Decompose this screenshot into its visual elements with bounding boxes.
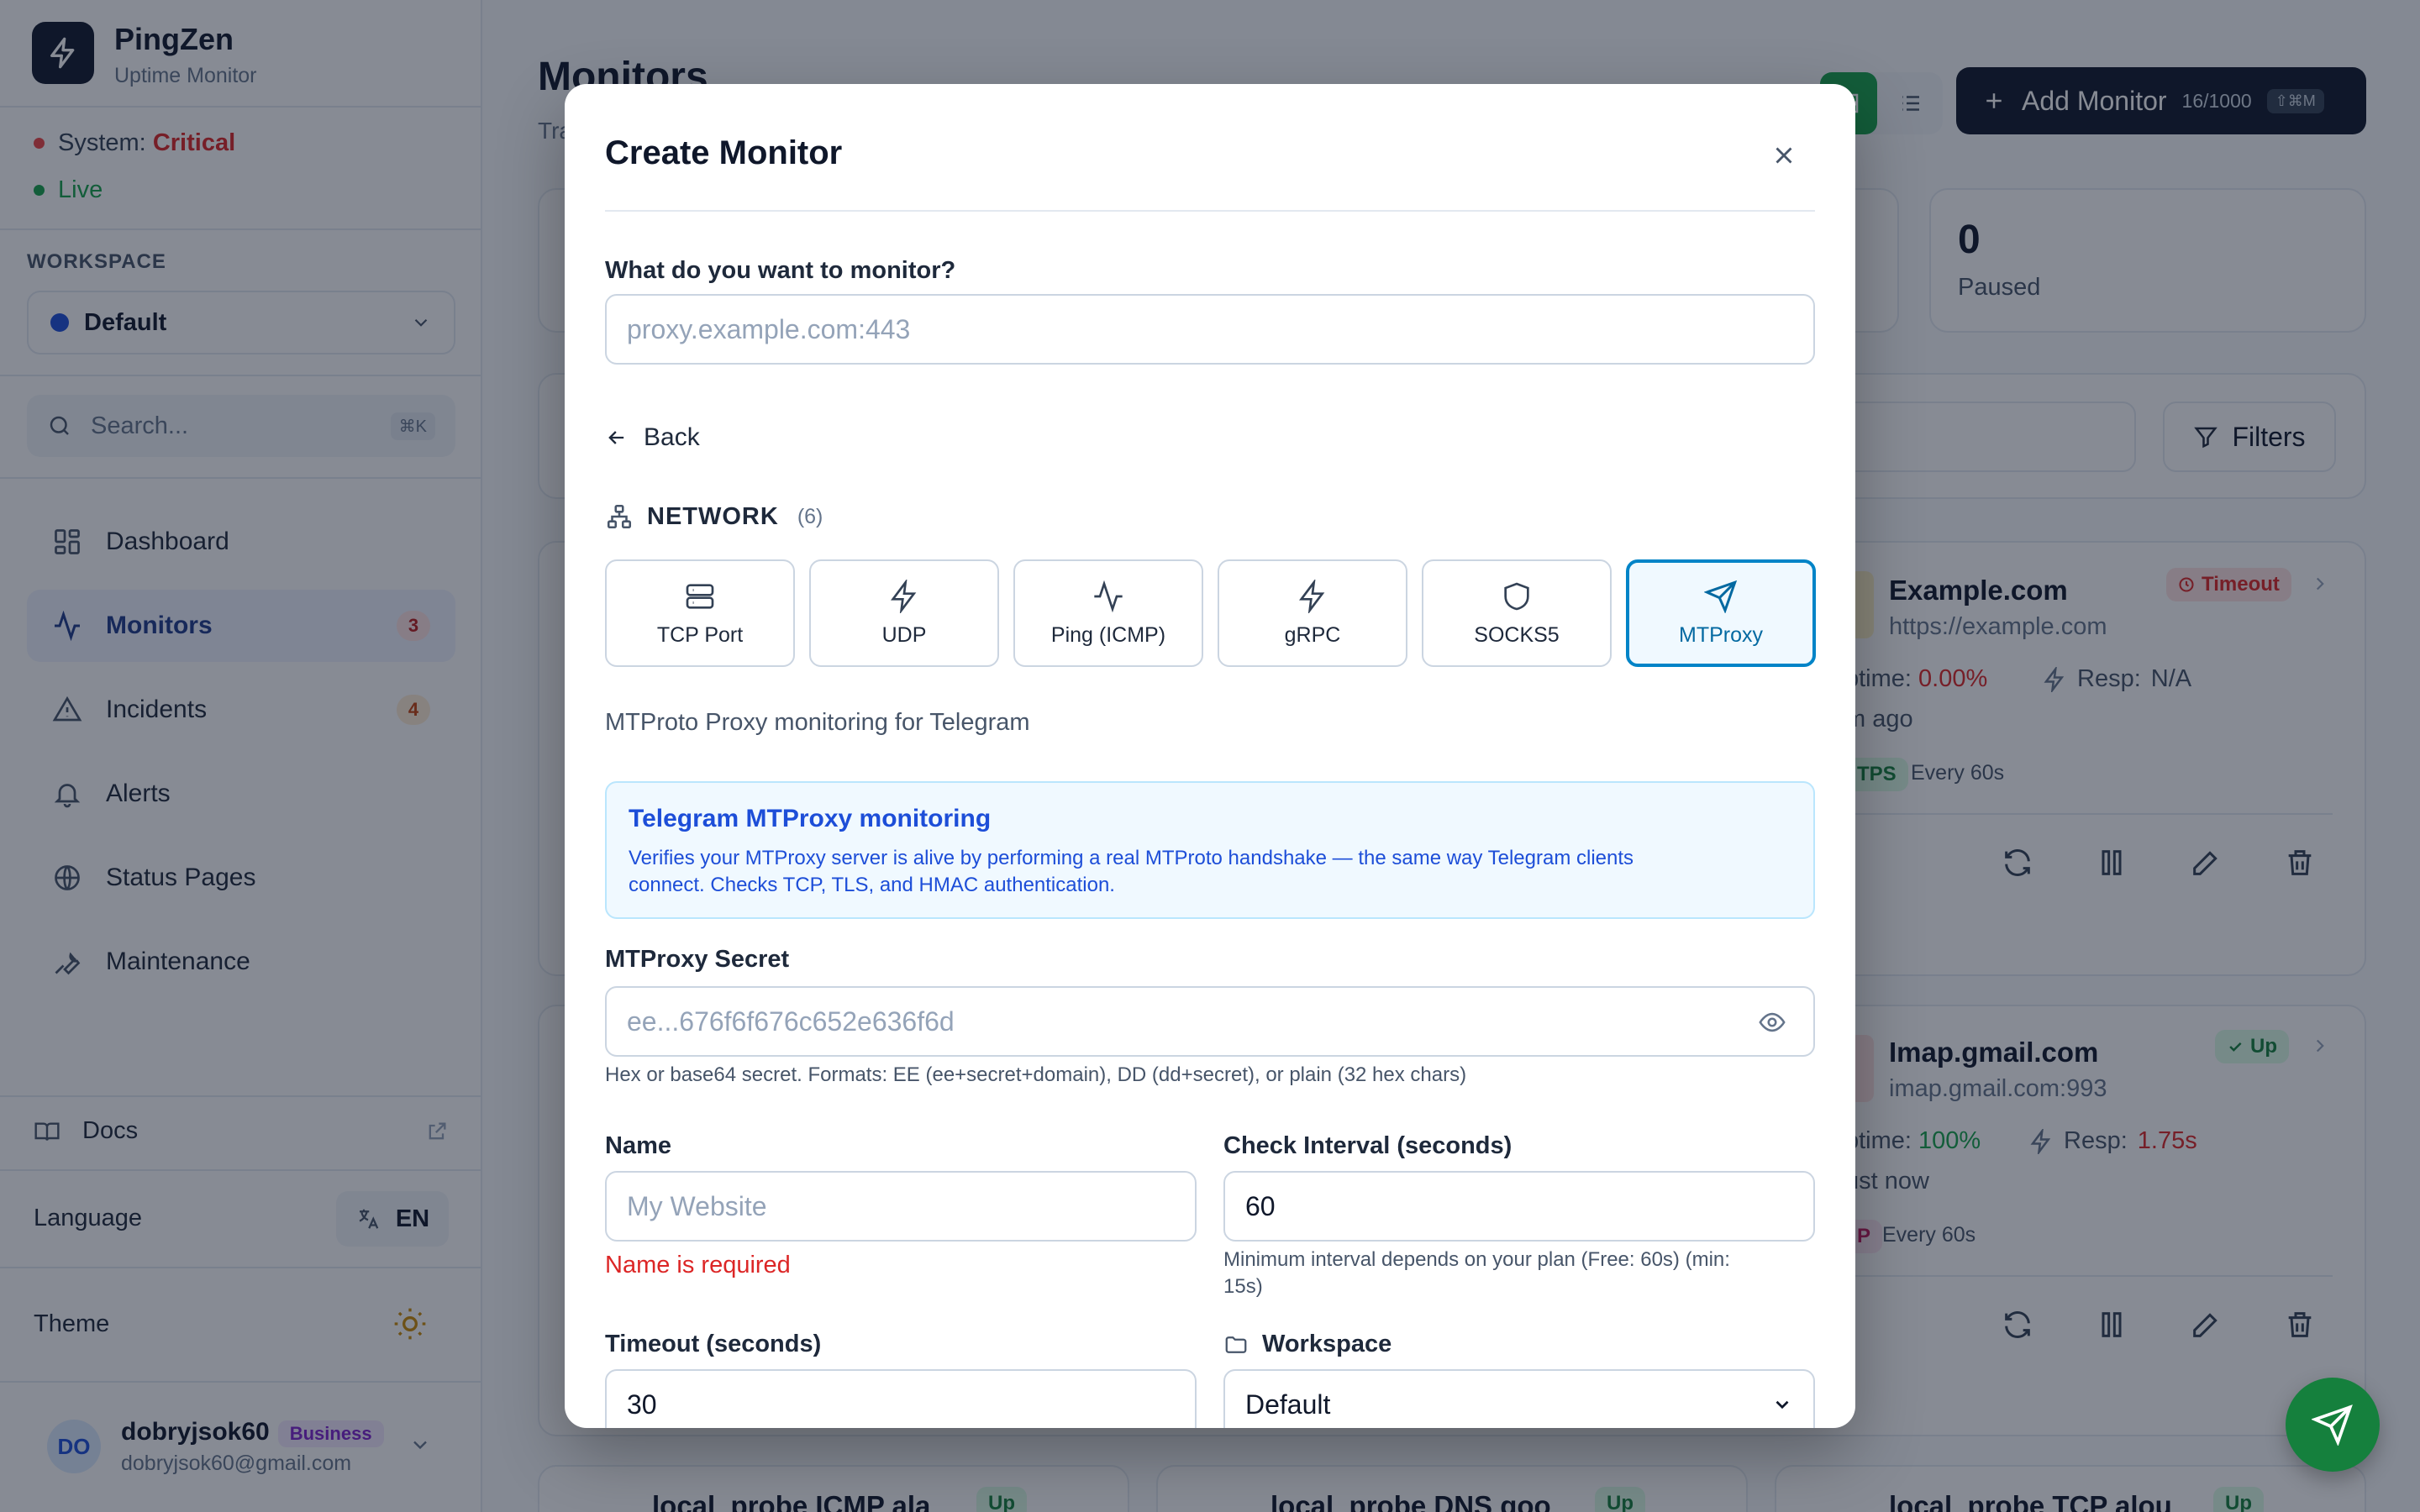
secret-input[interactable] bbox=[605, 986, 1815, 1057]
create-monitor-dialog: Create Monitor What do you want to monit… bbox=[565, 84, 1855, 1428]
timeout-label: Timeout (seconds) bbox=[605, 1331, 822, 1357]
type-label: TCP Port bbox=[656, 622, 744, 647]
send-icon bbox=[2312, 1404, 2353, 1446]
interval-hint-line-1: Minimum interval depends on your plan (F… bbox=[1223, 1248, 1730, 1271]
info-text-line-1: Verifies your MTProxy server is alive by… bbox=[629, 847, 1634, 869]
type-mtproxy[interactable]: MTProxy bbox=[1626, 559, 1816, 667]
monitor-type-grid: TCP Port UDP Ping (ICMP) gRPC SOCKS5 MTP… bbox=[605, 559, 1816, 667]
type-label: Ping (ICMP) bbox=[1050, 622, 1166, 647]
interval-input[interactable] bbox=[1223, 1171, 1815, 1242]
info-box: Telegram MTProxy monitoring Verifies you… bbox=[605, 781, 1815, 919]
dialog-title: Create Monitor bbox=[605, 134, 843, 171]
section-count: (6) bbox=[797, 504, 823, 528]
server-icon bbox=[686, 583, 714, 609]
folder-icon bbox=[1225, 1336, 1247, 1353]
info-text-line-2: connect. Checks TCP, TLS, and HMAC authe… bbox=[629, 874, 1115, 896]
type-ping-icmp[interactable]: Ping (ICMP) bbox=[1013, 559, 1203, 667]
name-label: Name bbox=[605, 1132, 671, 1159]
chevron-down-icon bbox=[1776, 1400, 1789, 1410]
workspace-field-label: Workspace bbox=[1223, 1331, 1392, 1358]
timeout-input[interactable] bbox=[605, 1369, 1197, 1428]
interval-label: Check Interval (seconds) bbox=[1223, 1132, 1512, 1159]
type-tcp-port[interactable]: TCP Port bbox=[605, 559, 795, 667]
activity-icon bbox=[1094, 580, 1123, 612]
name-input[interactable] bbox=[605, 1171, 1197, 1242]
secret-label: MTProxy Secret bbox=[605, 946, 790, 973]
type-label: gRPC bbox=[1284, 622, 1341, 647]
bolt-icon bbox=[891, 579, 917, 613]
type-label: UDP bbox=[881, 622, 927, 647]
type-udp[interactable]: UDP bbox=[809, 559, 999, 667]
secret-hint: Hex or base64 secret. Formats: EE (ee+se… bbox=[605, 1063, 1467, 1086]
target-input[interactable] bbox=[605, 294, 1815, 365]
back-button[interactable]: Back bbox=[605, 423, 700, 452]
bolt-icon bbox=[1299, 579, 1325, 613]
type-socks5[interactable]: SOCKS5 bbox=[1422, 559, 1612, 667]
interval-hint: Minimum interval depends on your plan (F… bbox=[1223, 1247, 1730, 1300]
workspace-label-text: Workspace bbox=[1262, 1331, 1392, 1357]
target-label: What do you want to monitor? bbox=[605, 257, 956, 284]
type-description: MTProto Proxy monitoring for Telegram bbox=[605, 709, 1030, 736]
divider bbox=[605, 210, 1815, 212]
network-section-header: NETWORK (6) bbox=[605, 502, 823, 531]
close-button[interactable] bbox=[1763, 134, 1805, 176]
back-label: Back bbox=[644, 423, 700, 451]
eye-icon[interactable] bbox=[1758, 1008, 1786, 1041]
workspace-select-value: Default bbox=[1245, 1389, 1331, 1420]
arrow-left-icon bbox=[608, 431, 624, 444]
interval-hint-line-2: 15s) bbox=[1223, 1275, 1263, 1298]
type-label: SOCKS5 bbox=[1474, 622, 1560, 647]
shield-icon bbox=[1504, 582, 1529, 610]
section-title: NETWORK bbox=[647, 502, 779, 530]
close-icon bbox=[1776, 147, 1792, 164]
telegram-support-button[interactable] bbox=[2286, 1378, 2380, 1472]
info-title: Telegram MTProxy monitoring bbox=[629, 805, 992, 832]
type-label: MTProxy bbox=[1679, 622, 1763, 647]
type-grpc[interactable]: gRPC bbox=[1218, 559, 1407, 667]
send-icon bbox=[1704, 580, 1738, 613]
name-error: Name is required bbox=[605, 1252, 791, 1278]
workspace-select[interactable]: Default bbox=[1223, 1369, 1815, 1428]
network-icon bbox=[607, 504, 632, 529]
